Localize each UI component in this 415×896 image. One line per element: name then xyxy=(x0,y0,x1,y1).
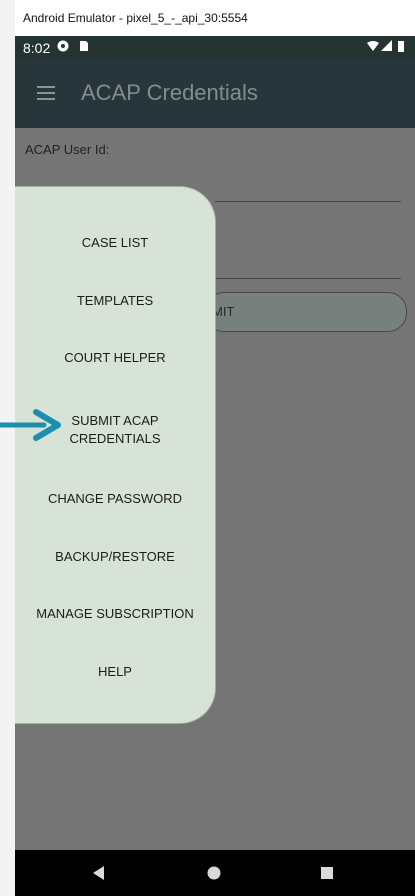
page-title: ACAP Credentials xyxy=(81,80,258,105)
app-bar: ACAP Credentials xyxy=(15,60,415,128)
navigation-drawer: CASE LIST TEMPLATES COURT HELPER SUBMIT … xyxy=(15,186,216,724)
recents-icon[interactable] xyxy=(321,867,333,879)
drawer-item-case-list[interactable]: CASE LIST xyxy=(15,234,215,252)
status-bar: 8:02 xyxy=(15,36,415,60)
notification-icon xyxy=(57,40,69,52)
drawer-item-change-password[interactable]: CHANGE PASSWORD xyxy=(15,490,215,508)
pointer-arrow-icon xyxy=(0,409,61,441)
drawer-item-court-helper[interactable]: COURT HELPER xyxy=(15,349,215,367)
battery-icon xyxy=(398,41,404,52)
user-id-input[interactable] xyxy=(215,201,401,202)
drawer-item-templates[interactable]: TEMPLATES xyxy=(15,292,215,310)
drawer-item-manage-subscription[interactable]: MANAGE SUBSCRIPTION xyxy=(15,605,215,623)
user-id-label: ACAP User Id: xyxy=(25,142,110,157)
wifi-icon xyxy=(367,41,379,51)
drawer-item-help[interactable]: HELP xyxy=(15,663,215,681)
sd-card-icon xyxy=(80,41,88,51)
status-time: 8:02 xyxy=(23,40,51,56)
hamburger-menu-icon[interactable] xyxy=(37,86,55,100)
submit-button[interactable]: MIT xyxy=(205,292,407,332)
phone-screen: 8:02 ACAP Credentials ACAP User Id: MIT … xyxy=(15,36,415,896)
back-icon[interactable] xyxy=(93,866,105,880)
signal-icon xyxy=(381,40,392,51)
password-input[interactable] xyxy=(215,278,401,279)
home-icon[interactable] xyxy=(207,866,221,880)
drawer-item-backup-restore[interactable]: BACKUP/RESTORE xyxy=(15,548,215,566)
system-nav-bar xyxy=(15,850,415,896)
emulator-window-title: Android Emulator - pixel_5_-_api_30:5554 xyxy=(15,0,415,36)
